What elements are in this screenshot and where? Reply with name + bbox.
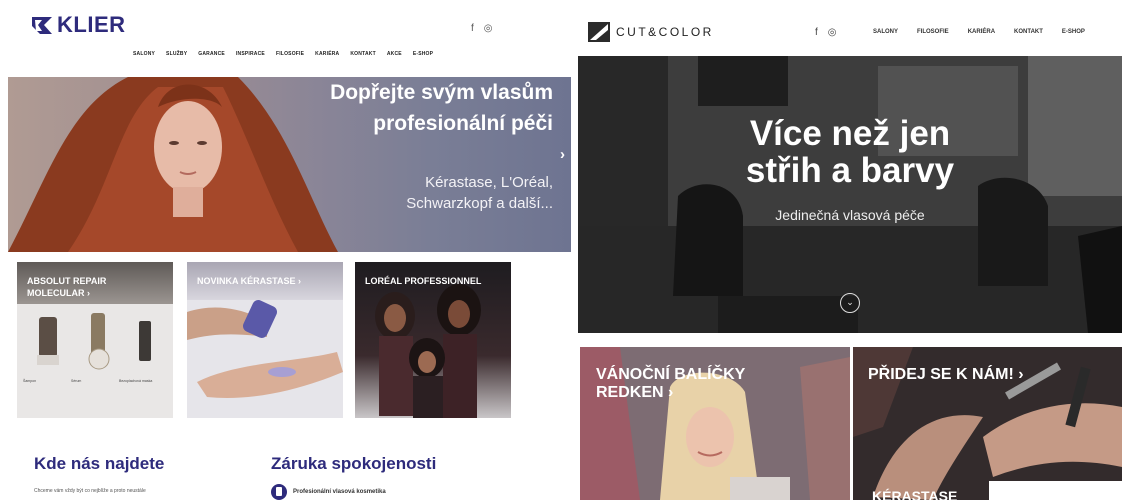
nav-item-salony[interactable]: SALONY: [873, 29, 898, 35]
hero-model-image: [8, 77, 338, 252]
composite-screenshot: KLIER f ◎ SALONY SLUŽBY GARANCE INSPIRAC…: [0, 0, 1122, 500]
section-heading-find-us: Kde nás najdete: [34, 454, 165, 473]
promo-card-novinka-kerastase[interactable]: NOVINKA KÉRASTASE ›: [187, 262, 343, 418]
card-title: NOVINKA KÉRASTASE ›: [197, 276, 302, 286]
cutcolor-promo-tiles: VÁNOČNÍ BALÍČKY REDKEN › PŘIDEJ SE K NÁM…: [580, 347, 1122, 500]
tile-title: PŘIDEJ SE K NÁM! ›: [868, 366, 1024, 383]
section-heading-guarantee: Záruka spokojenosti: [271, 454, 437, 473]
facebook-icon[interactable]: f: [815, 27, 818, 38]
models-group-image: [375, 284, 481, 418]
nav-item-filosofie[interactable]: FILOSOFIE: [917, 29, 949, 35]
klier-logo-text: KLIER: [57, 12, 126, 37]
hero-dark-overlay: [578, 56, 1122, 333]
product-bottles-image: [37, 313, 151, 370]
klier-logo[interactable]: KLIER: [32, 12, 126, 38]
klier-social-links: f ◎: [471, 23, 493, 34]
section-text-find-us: Chceme vám vždy být co nejblíže a proto …: [34, 488, 146, 494]
cutcolor-hero: Více než jen střih a barvy Jedinečná vla…: [578, 56, 1122, 333]
card-title: ABSOLUT REPAIR MOLECULAR ›: [27, 276, 107, 298]
cutcolor-website: CUT&COLOR f ◎ SALONY FILOSOFIE KARIÉRA K…: [578, 0, 1122, 500]
guarantee-item: Profesionální vlasová kosmetika: [271, 484, 386, 500]
instagram-icon[interactable]: ◎: [484, 23, 493, 34]
nav-item-filosofie[interactable]: FILOSOFIE: [276, 51, 304, 57]
facebook-icon[interactable]: f: [471, 23, 474, 34]
card-title: LORÉAL PROFESSIONNEL: [365, 276, 482, 286]
tile-title: VÁNOČNÍ BALÍČKY REDKEN ›: [596, 366, 746, 401]
product-labels: Šampon Sérum Bezoplachová maska: [23, 379, 153, 383]
nav-item-eshop[interactable]: E-SHOP: [413, 51, 433, 57]
tile-kerastase-label[interactable]: KÉRASTASE: [872, 488, 957, 500]
klier-hero-slider[interactable]: Dopřejte svým vlasům profesionální péči …: [8, 77, 571, 252]
nav-item-kontakt[interactable]: KONTAKT: [350, 51, 375, 57]
white-overlay-box: [989, 481, 1122, 500]
cosmetics-icon: [271, 484, 287, 500]
hero-subtitle: Jedinečná vlasová péče: [775, 207, 925, 223]
hero-title: Více než jen střih a barvy: [745, 114, 955, 190]
scroll-down-icon[interactable]: ⌄: [840, 293, 860, 313]
nav-item-kariera[interactable]: KARIÉRA: [315, 51, 339, 57]
tile-join-us[interactable]: PŘIDEJ SE K NÁM! ›: [853, 347, 1122, 500]
guarantee-item-label: Profesionální vlasová kosmetika: [293, 489, 386, 495]
nav-item-kariera[interactable]: KARIÉRA: [968, 29, 995, 35]
promo-card-loreal-professionnel[interactable]: LORÉAL PROFESSIONNEL: [355, 262, 511, 418]
nav-item-eshop[interactable]: E-SHOP: [1062, 29, 1085, 35]
cutcolor-logo-icon: [588, 22, 610, 42]
hero-subtitle: Kérastase, L'Oréal, Schwarzkopf a další.…: [406, 174, 553, 212]
cutcolor-logo-text: CUT&COLOR: [616, 25, 714, 39]
nav-item-inspirace[interactable]: INSPIRACE: [236, 51, 265, 57]
klier-promo-cards: ABSOLUT REPAIR MOLECULAR › Šampon Sérum …: [17, 262, 511, 418]
hands-product-image: [187, 300, 343, 398]
tile-redken-christmas[interactable]: VÁNOČNÍ BALÍČKY REDKEN ›: [580, 347, 850, 500]
nav-item-salony[interactable]: SALONY: [133, 51, 155, 57]
promo-card-absolut-repair[interactable]: ABSOLUT REPAIR MOLECULAR › Šampon Sérum …: [17, 262, 173, 418]
instagram-icon[interactable]: ◎: [828, 27, 837, 38]
nav-item-kontakt[interactable]: KONTAKT: [1014, 29, 1043, 35]
slider-next-arrow-icon[interactable]: ›: [560, 146, 565, 163]
cutcolor-social-links: f ◎: [815, 27, 837, 38]
cutcolor-logo[interactable]: CUT&COLOR: [588, 22, 714, 42]
klier-logo-icon: [32, 16, 52, 34]
hero-title: Dopřejte svým vlasům profesionální péči: [330, 81, 553, 135]
klier-website: KLIER f ◎ SALONY SLUŽBY GARANCE INSPIRAC…: [0, 0, 575, 500]
cutcolor-main-nav: SALONY FILOSOFIE KARIÉRA KONTAKT E-SHOP: [873, 29, 1085, 35]
nav-item-sluzby[interactable]: SLUŽBY: [166, 51, 187, 57]
nav-item-garance[interactable]: GARANCE: [198, 51, 225, 57]
nav-item-akce[interactable]: AKCE: [387, 51, 402, 57]
klier-main-nav: SALONY SLUŽBY GARANCE INSPIRACE FILOSOFI…: [133, 51, 433, 57]
